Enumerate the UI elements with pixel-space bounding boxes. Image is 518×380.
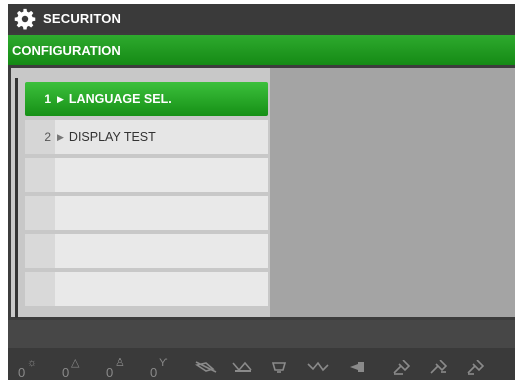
menu-item-number (25, 272, 55, 306)
tool-icon: ϒ (159, 357, 168, 369)
warning-triangle-icon: △ (71, 357, 80, 369)
menu-item-display-test[interactable]: 2 ▶ DISPLAY TEST (25, 120, 268, 154)
key-alt-icon (467, 360, 485, 375)
status-bar: 0 ☼ 0 △ 0 ♙ 0 ϒ (8, 320, 515, 380)
gear-icon (14, 8, 36, 29)
menu-title: CONFIGURATION (12, 42, 121, 58)
person-icon: ♙ (115, 357, 125, 369)
counter-value: 0 (150, 365, 158, 380)
menu-item-number (25, 234, 55, 268)
menu-item-label: LANGUAGE SEL. (68, 92, 172, 106)
siren-off-icon (232, 361, 252, 372)
menu-item-language-sel[interactable]: 1 ▶ LANGUAGE SEL. (25, 82, 268, 116)
detail-panel (270, 68, 515, 317)
menu-item-empty[interactable] (25, 272, 268, 306)
key-double-icon (430, 360, 448, 374)
menu-item-number (25, 196, 55, 230)
bell-icon (271, 362, 287, 373)
app-title: SECURITON (43, 11, 122, 26)
speaker-icon (350, 362, 364, 372)
menu-item-number: 1 (25, 82, 55, 116)
content-area: 1 ▶ LANGUAGE SEL. 2 ▶ DISPLAY TEST (8, 65, 515, 320)
menu-item-empty[interactable] (25, 158, 268, 192)
key-icon (393, 360, 411, 375)
device-screen: SECURITON CONFIGURATION 1 ▶ LANGUAGE SEL.… (8, 4, 515, 380)
menu-list-panel: 1 ▶ LANGUAGE SEL. 2 ▶ DISPLAY TEST (11, 68, 270, 318)
menu-item-label: DISPLAY TEST (68, 130, 156, 144)
play-arrow-icon: ▶ (57, 93, 64, 104)
menu-list: 1 ▶ LANGUAGE SEL. 2 ▶ DISPLAY TEST (25, 82, 268, 310)
menu-item-empty[interactable] (25, 234, 268, 268)
signal-icon (307, 361, 329, 372)
menu-header: CONFIGURATION (8, 35, 515, 65)
sun-icon: ☼ (27, 357, 38, 369)
menu-item-empty[interactable] (25, 196, 268, 230)
scroll-indicator[interactable] (15, 78, 18, 318)
counter-value: 0 (62, 365, 70, 380)
menu-item-number (25, 158, 55, 192)
menu-item-number: 2 (25, 120, 55, 154)
play-arrow-icon: ▶ (57, 131, 64, 142)
horn-off-icon (194, 361, 217, 373)
counter-value: 0 (106, 365, 114, 380)
counter-value: 0 (18, 365, 26, 380)
title-bar: SECURITON (8, 4, 515, 33)
